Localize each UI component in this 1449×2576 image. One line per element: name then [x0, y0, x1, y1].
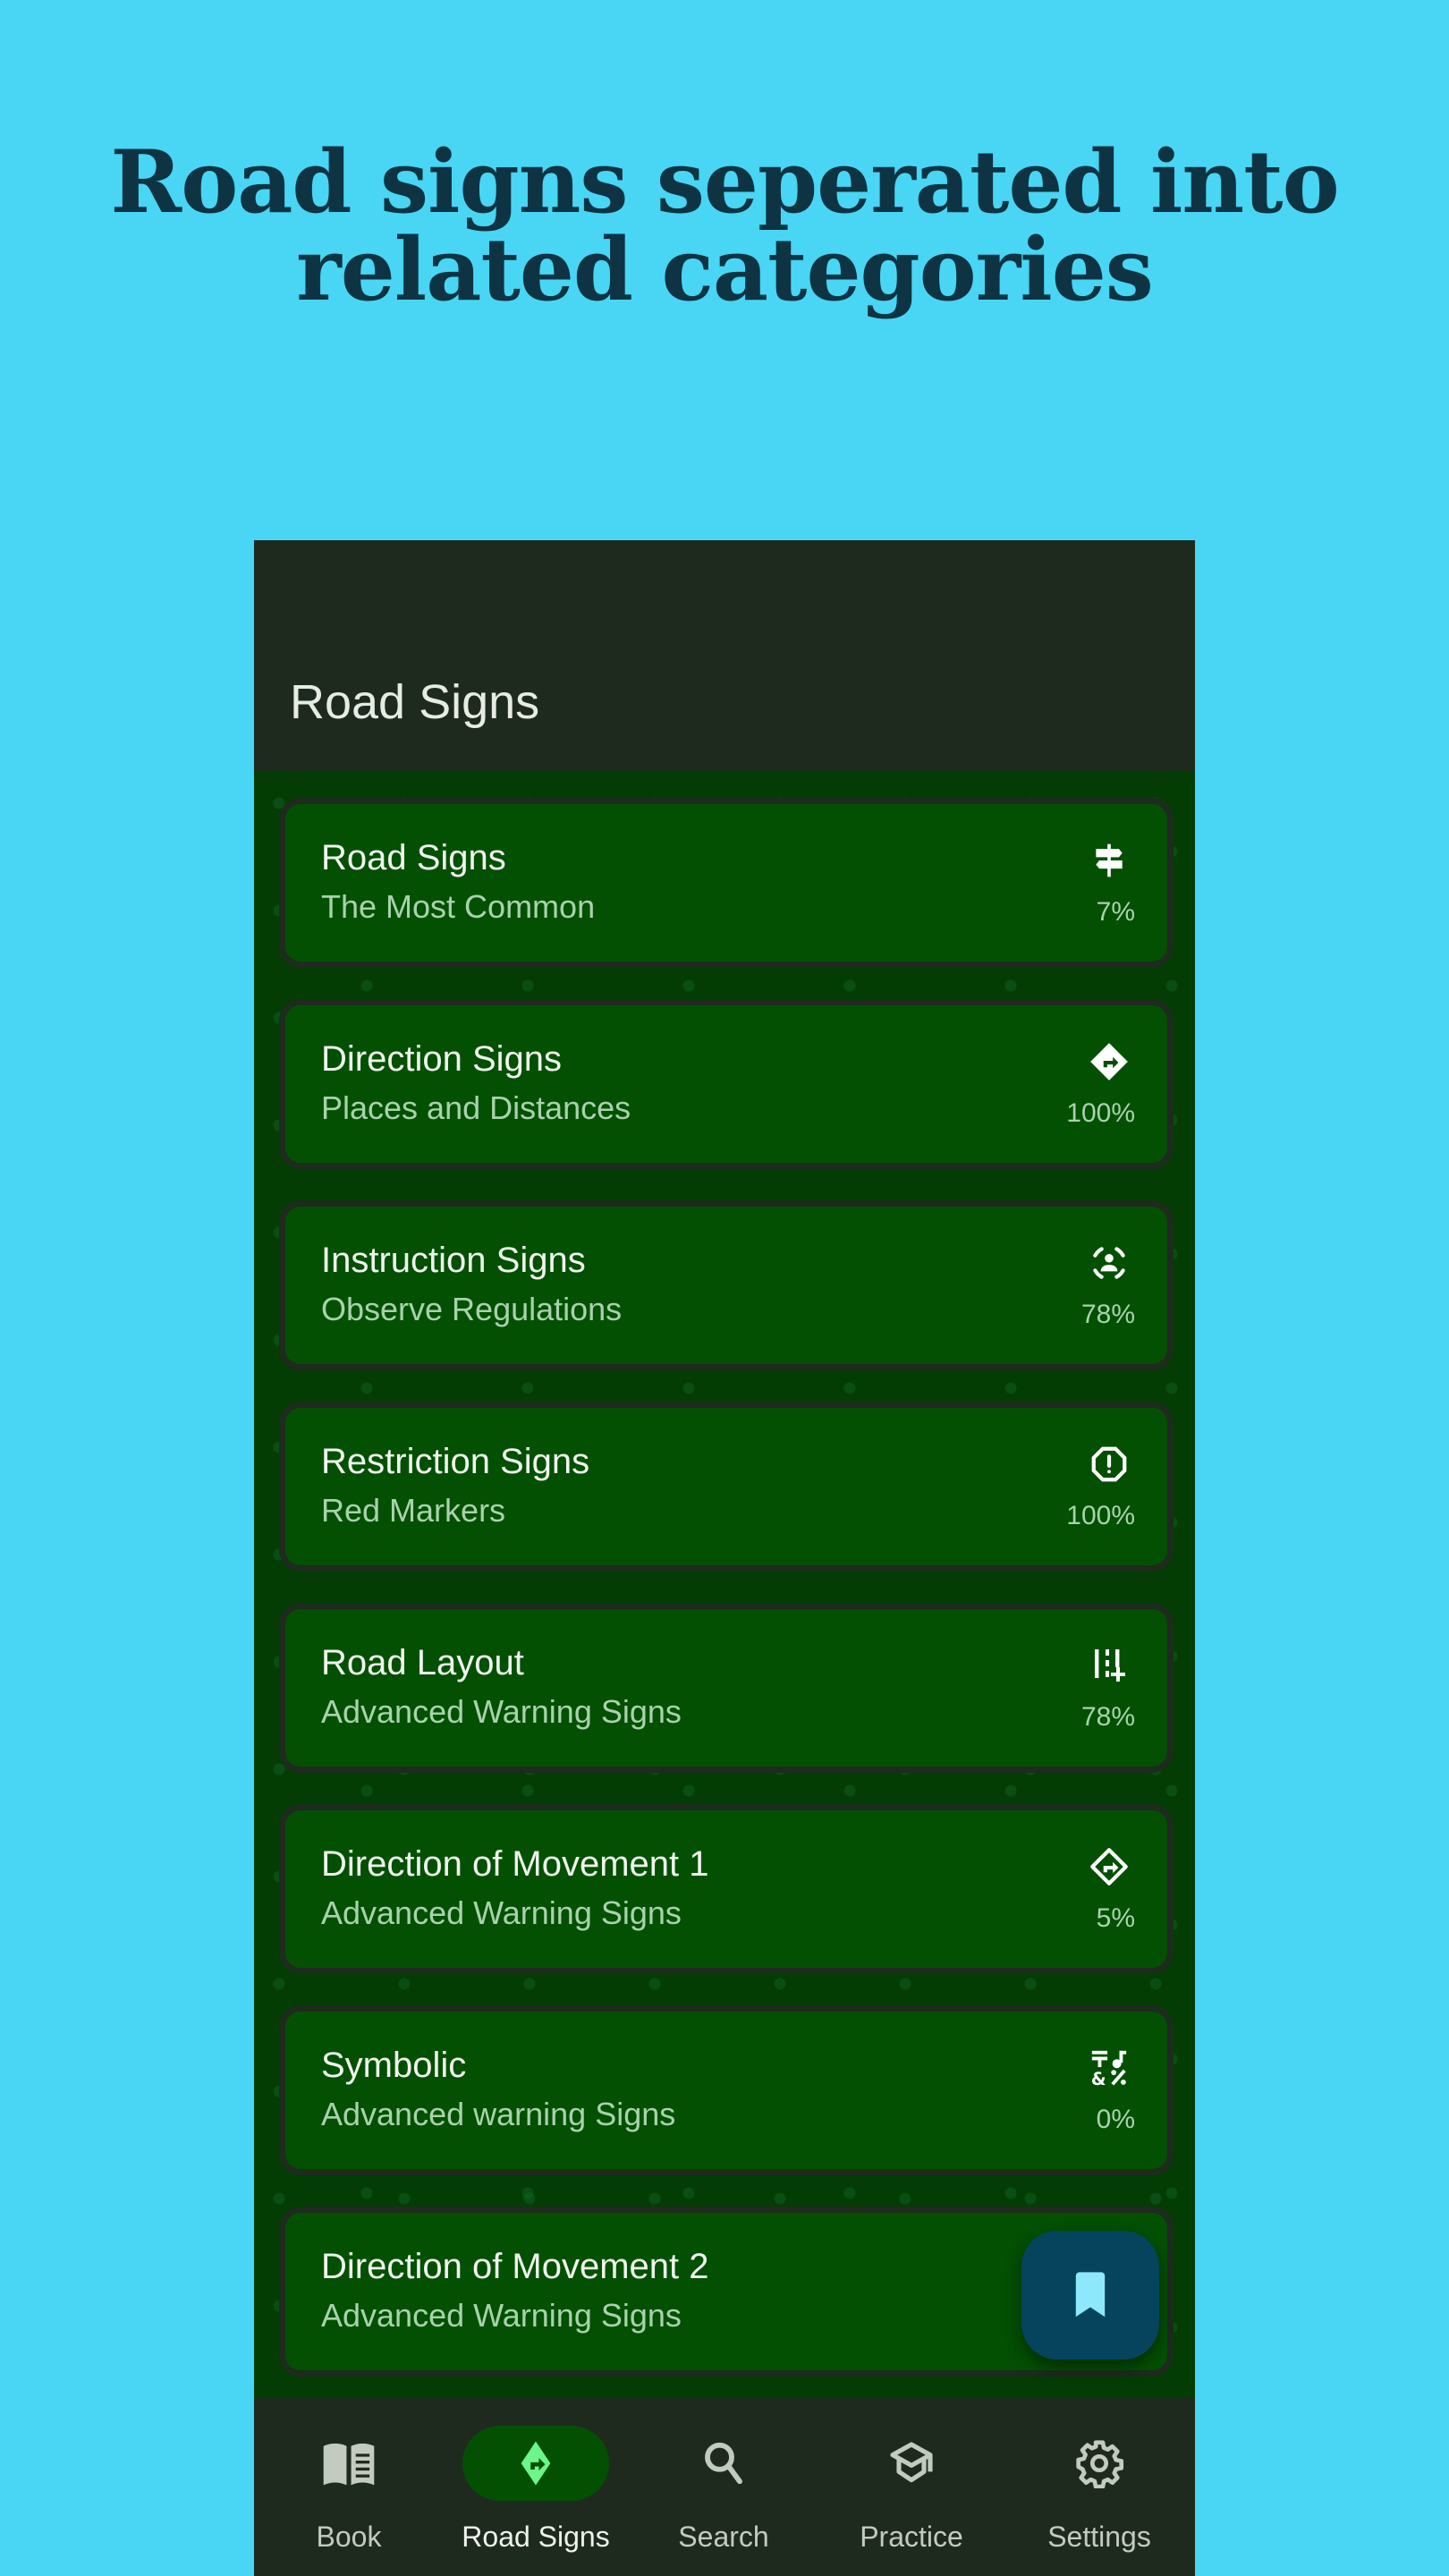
category-subtitle: Advanced Warning Signs	[321, 1693, 682, 1730]
directions-diamond-icon	[521, 2441, 551, 2486]
book-icon	[323, 2443, 375, 2486]
nav-label: Settings	[1047, 2521, 1151, 2553]
bookmark-icon	[1075, 2272, 1106, 2318]
signpost-icon	[1087, 838, 1131, 883]
category-card[interactable]: Instruction Signs Observe Regulations 78…	[279, 1200, 1174, 1370]
gear-icon	[1076, 2440, 1124, 2488]
category-title: Road Signs	[321, 838, 506, 877]
category-card[interactable]: Restriction Signs Red Markers 100%	[279, 1402, 1174, 1572]
promo-headline: Road signs seperated into related catego…	[0, 139, 1449, 314]
nav-label: Road Signs	[462, 2521, 610, 2553]
page-title: Road Signs	[290, 675, 540, 729]
category-progress: 100%	[1066, 1098, 1135, 1128]
category-card[interactable]: Symbolic Advanced warning Signs & 0%	[279, 2005, 1174, 2175]
category-title: Direction Signs	[321, 1039, 563, 1079]
search-icon	[705, 2442, 742, 2485]
person-focus-icon	[1087, 1241, 1131, 1285]
category-title: Direction of Movement 1	[321, 1844, 709, 1884]
phone-screen: Road Signs Road Signs The Most Common 7%…	[254, 540, 1195, 2576]
nav-label: Book	[316, 2521, 382, 2553]
nav-item-practice[interactable]: Practice	[818, 2397, 1005, 2576]
category-progress: 78%	[1080, 1702, 1135, 1732]
nav-indicator	[650, 2426, 797, 2501]
octagon-alert-icon	[1087, 1442, 1131, 1487]
category-card[interactable]: Road Signs The Most Common 7%	[279, 798, 1174, 968]
nav-item-book[interactable]: Book	[255, 2397, 443, 2576]
graduation-cap-icon	[890, 2442, 933, 2483]
nav-item-search[interactable]: Search	[630, 2397, 818, 2576]
nav-indicator	[275, 2426, 422, 2501]
category-subtitle: Places and Distances	[321, 1089, 631, 1126]
category-progress: 100%	[1066, 1501, 1135, 1530]
category-title: Road Layout	[321, 1643, 524, 1682]
category-subtitle: Advanced warning Signs	[321, 2096, 676, 2132]
nav-item-settings[interactable]: Settings	[1005, 2397, 1193, 2576]
bookmark-fab[interactable]	[1021, 2231, 1159, 2360]
category-title: Instruction Signs	[321, 1241, 586, 1280]
nav-label: Search	[678, 2521, 769, 2553]
category-subtitle: Advanced Warning Signs	[321, 2297, 682, 2334]
nav-label: Practice	[860, 2521, 963, 2553]
category-title: Direction of Movement 2	[321, 2247, 709, 2286]
nav-item-road-signs[interactable]: Road Signs	[442, 2397, 630, 2576]
category-card[interactable]: Direction of Movement 1 Advanced Warning…	[279, 1804, 1174, 1974]
category-title: Symbolic	[321, 2046, 467, 2085]
category-subtitle: Observe Regulations	[321, 1291, 623, 1327]
category-title: Restriction Signs	[321, 1442, 590, 1481]
category-progress: 7%	[1096, 897, 1135, 927]
directions-outline-icon	[1087, 1844, 1131, 1889]
svg-text:&: &	[1091, 2069, 1106, 2089]
category-card[interactable]: Direction Signs Places and Distances 100…	[279, 999, 1174, 1169]
category-card[interactable]: Road Layout Advanced Warning Signs 78%	[279, 1603, 1174, 1773]
category-subtitle: Red Markers	[321, 1492, 506, 1529]
category-progress: 78%	[1080, 1300, 1135, 1329]
symbols-icon: &	[1087, 2046, 1131, 2090]
category-subtitle: Advanced Warning Signs	[321, 1894, 682, 1931]
nav-indicator	[838, 2426, 985, 2501]
category-subtitle: The Most Common	[321, 888, 596, 925]
category-progress: 0%	[1096, 2105, 1135, 2134]
top-app-bar: Road Signs	[254, 540, 1195, 771]
lanes-add-icon	[1087, 1643, 1131, 1688]
headline-line-2: related categories	[296, 219, 1154, 320]
bottom-navigation: Book Road Signs Search Practice Settings	[254, 2397, 1195, 2576]
directions-diamond-icon	[1087, 1039, 1131, 1084]
nav-indicator	[462, 2426, 609, 2501]
category-progress: 5%	[1096, 1903, 1135, 1933]
nav-indicator	[1026, 2426, 1173, 2501]
category-list[interactable]: Road Signs The Most Common 7% Direction …	[254, 771, 1195, 2397]
headline-line-1: Road signs seperated into	[110, 131, 1339, 233]
